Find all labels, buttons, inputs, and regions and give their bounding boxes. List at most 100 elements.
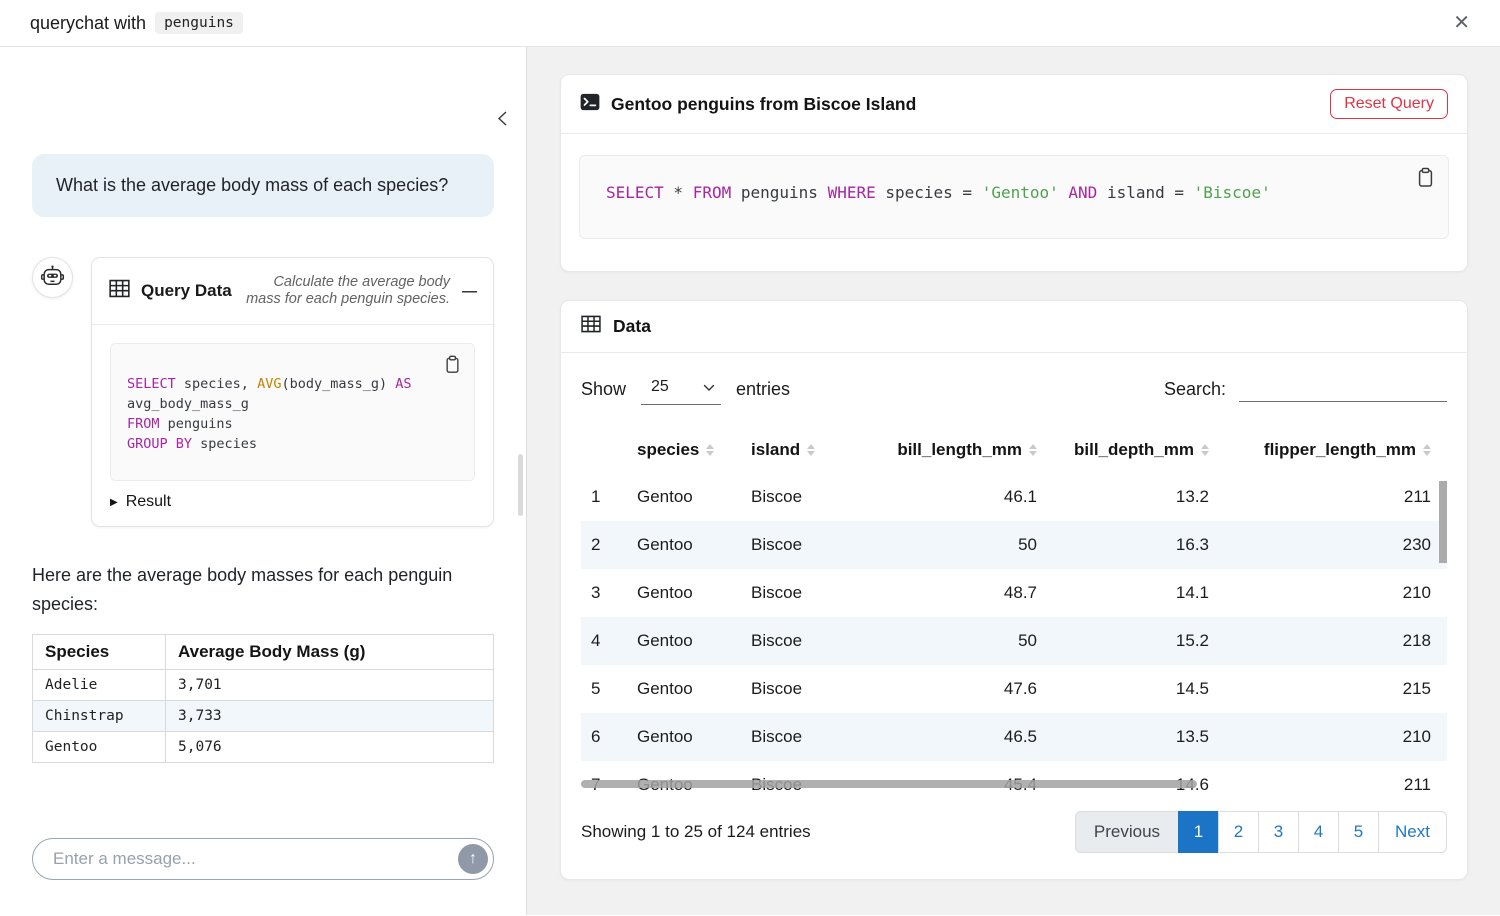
query-card-title: Gentoo penguins from Biscoe Island bbox=[611, 94, 916, 115]
sort-icon bbox=[706, 444, 714, 456]
answer-column-header: Average Body Mass (g) bbox=[166, 634, 494, 669]
chat-message-input[interactable] bbox=[32, 838, 494, 880]
column-header-bill_depth_mm[interactable]: bill_depth_mm bbox=[1047, 429, 1219, 473]
sql-line: SELECT * FROM penguins WHERE species = '… bbox=[606, 182, 1422, 204]
sidebar-scrollbar[interactable] bbox=[518, 454, 523, 516]
query-card-header: Gentoo penguins from Biscoe Island Reset… bbox=[561, 75, 1467, 134]
close-icon[interactable]: ✕ bbox=[1453, 13, 1470, 33]
tool-call-card: Query Data Calculate the average body ma… bbox=[91, 257, 494, 527]
sql-token: SELECT bbox=[127, 376, 176, 392]
table-icon bbox=[580, 313, 602, 340]
pagination-page-5[interactable]: 5 bbox=[1338, 811, 1379, 853]
pagination-page-2[interactable]: 2 bbox=[1218, 811, 1259, 853]
column-header-rownum bbox=[581, 429, 627, 473]
query-card-body: SELECT * FROM penguins WHERE species = '… bbox=[561, 134, 1467, 271]
sql-token: penguins bbox=[160, 416, 233, 432]
search-label: Search: bbox=[1164, 379, 1226, 400]
pagination: Previous12345Next bbox=[1075, 811, 1447, 853]
data-table-cell: 3 bbox=[581, 569, 627, 617]
data-table-cell: 1 bbox=[581, 473, 627, 521]
triangle-right-icon: ▶ bbox=[110, 497, 118, 508]
reset-query-button[interactable]: Reset Query bbox=[1330, 89, 1448, 119]
column-header-species[interactable]: species bbox=[627, 429, 741, 473]
sort-icon bbox=[807, 444, 815, 456]
sidebar-collapse-icon[interactable] bbox=[494, 108, 511, 132]
column-header-flipper_length_mm[interactable]: flipper_length_mm bbox=[1219, 429, 1441, 473]
search-input[interactable] bbox=[1239, 376, 1447, 402]
sql-token: AS bbox=[395, 376, 411, 392]
pagination-page-4[interactable]: 4 bbox=[1298, 811, 1339, 853]
horizontal-scrollbar[interactable] bbox=[581, 780, 1197, 788]
data-table-cell: 14.1 bbox=[1047, 569, 1219, 617]
data-table-cell: 215 bbox=[1219, 665, 1441, 713]
data-table-cell: Biscoe bbox=[741, 569, 841, 617]
answer-column-header: Species bbox=[33, 634, 166, 669]
sql-token: species, bbox=[176, 376, 257, 392]
answer-table-header-row: SpeciesAverage Body Mass (g) bbox=[33, 634, 494, 669]
data-table-cell bbox=[1441, 617, 1447, 665]
data-table-cell: Gentoo bbox=[627, 665, 741, 713]
terminal-icon bbox=[580, 92, 600, 117]
data-table-cell: 48.7 bbox=[841, 569, 1047, 617]
column-header-inner: bill_length_mm bbox=[851, 440, 1037, 460]
assistant-message-row: Query Data Calculate the average body ma… bbox=[32, 257, 494, 527]
pagination-next-button[interactable]: Next bbox=[1378, 811, 1447, 853]
pagination-page-1[interactable]: 1 bbox=[1178, 811, 1219, 853]
data-table-cell: 50 bbox=[841, 617, 1047, 665]
tool-card-header: Query Data Calculate the average body ma… bbox=[92, 258, 493, 325]
assistant-answer-text: Here are the average body masses for eac… bbox=[32, 561, 472, 619]
sql-token: FROM bbox=[693, 183, 732, 202]
sql-line: GROUP BY species bbox=[127, 434, 458, 454]
sql-line: SELECT species, AVG(body_mass_g) AS bbox=[127, 374, 458, 394]
answer-table-cell: 3,733 bbox=[166, 700, 494, 731]
answer-table-cell: 5,076 bbox=[166, 731, 494, 762]
result-disclosure[interactable]: ▶ Result bbox=[110, 493, 475, 511]
data-table-cell: 210 bbox=[1219, 569, 1441, 617]
copy-icon[interactable] bbox=[1413, 165, 1438, 193]
data-table-cell: Biscoe bbox=[741, 713, 841, 761]
data-table-cell: 211 bbox=[1219, 761, 1441, 791]
column-header-inner: bill_depth_mm bbox=[1057, 440, 1209, 460]
tool-card-caption: Calculate the average body mass for each… bbox=[242, 274, 450, 309]
data-table-row: 4GentooBiscoe5015.2218 bbox=[581, 617, 1447, 665]
entries-info: Showing 1 to 25 of 124 entries bbox=[581, 822, 811, 842]
page-length-select[interactable]: 25 bbox=[641, 373, 721, 405]
answer-table-cell: 3,701 bbox=[166, 669, 494, 700]
data-table-cell: 46.5 bbox=[841, 713, 1047, 761]
copy-icon[interactable] bbox=[441, 353, 464, 379]
current-query-card: Gentoo penguins from Biscoe Island Reset… bbox=[560, 74, 1468, 272]
tool-card-collapse-icon[interactable]: — bbox=[460, 283, 479, 300]
sort-icon bbox=[1201, 444, 1209, 456]
send-button[interactable]: ↑ bbox=[458, 844, 488, 874]
answer-table: SpeciesAverage Body Mass (g) Adelie3,701… bbox=[32, 634, 494, 763]
data-table-row: 5GentooBiscoe47.614.5215 bbox=[581, 665, 1447, 713]
sql-token: FROM bbox=[127, 416, 160, 432]
entries-label: entries bbox=[736, 379, 790, 400]
data-table-cell: 46.1 bbox=[841, 473, 1047, 521]
data-table-cell bbox=[1441, 713, 1447, 761]
column-header-bill_length_mm[interactable]: bill_length_mm bbox=[841, 429, 1047, 473]
data-table-cell: 211 bbox=[1219, 473, 1441, 521]
pagination-page-3[interactable]: 3 bbox=[1258, 811, 1299, 853]
data-table-cell: Gentoo bbox=[627, 473, 741, 521]
data-table-cell: 5 bbox=[581, 665, 627, 713]
column-header-island[interactable]: island bbox=[741, 429, 841, 473]
sql-line: FROM penguins bbox=[127, 414, 458, 434]
sql-token: penguins bbox=[731, 183, 827, 202]
result-label: Result bbox=[126, 493, 171, 511]
vertical-scrollbar[interactable] bbox=[1439, 481, 1447, 563]
data-table-cell: 50 bbox=[841, 521, 1047, 569]
column-header-inner: species bbox=[637, 440, 731, 460]
data-table-cell: Biscoe bbox=[741, 665, 841, 713]
dataset-badge: penguins bbox=[155, 12, 243, 34]
sql-token: GROUP BY bbox=[127, 436, 192, 452]
robot-avatar-icon bbox=[32, 257, 73, 298]
data-card-header: Data bbox=[561, 301, 1467, 353]
answer-table-row: Adelie3,701 bbox=[33, 669, 494, 700]
data-table-cell bbox=[1441, 569, 1447, 617]
sql-token: 'Gentoo' bbox=[982, 183, 1059, 202]
sql-token: SELECT bbox=[606, 183, 664, 202]
user-message-bubble: What is the average body mass of each sp… bbox=[32, 154, 494, 217]
data-table-header-row: species island bill_length_mm bill_depth_mm… bbox=[581, 429, 1447, 473]
pagination-previous-button[interactable]: Previous bbox=[1075, 811, 1179, 853]
